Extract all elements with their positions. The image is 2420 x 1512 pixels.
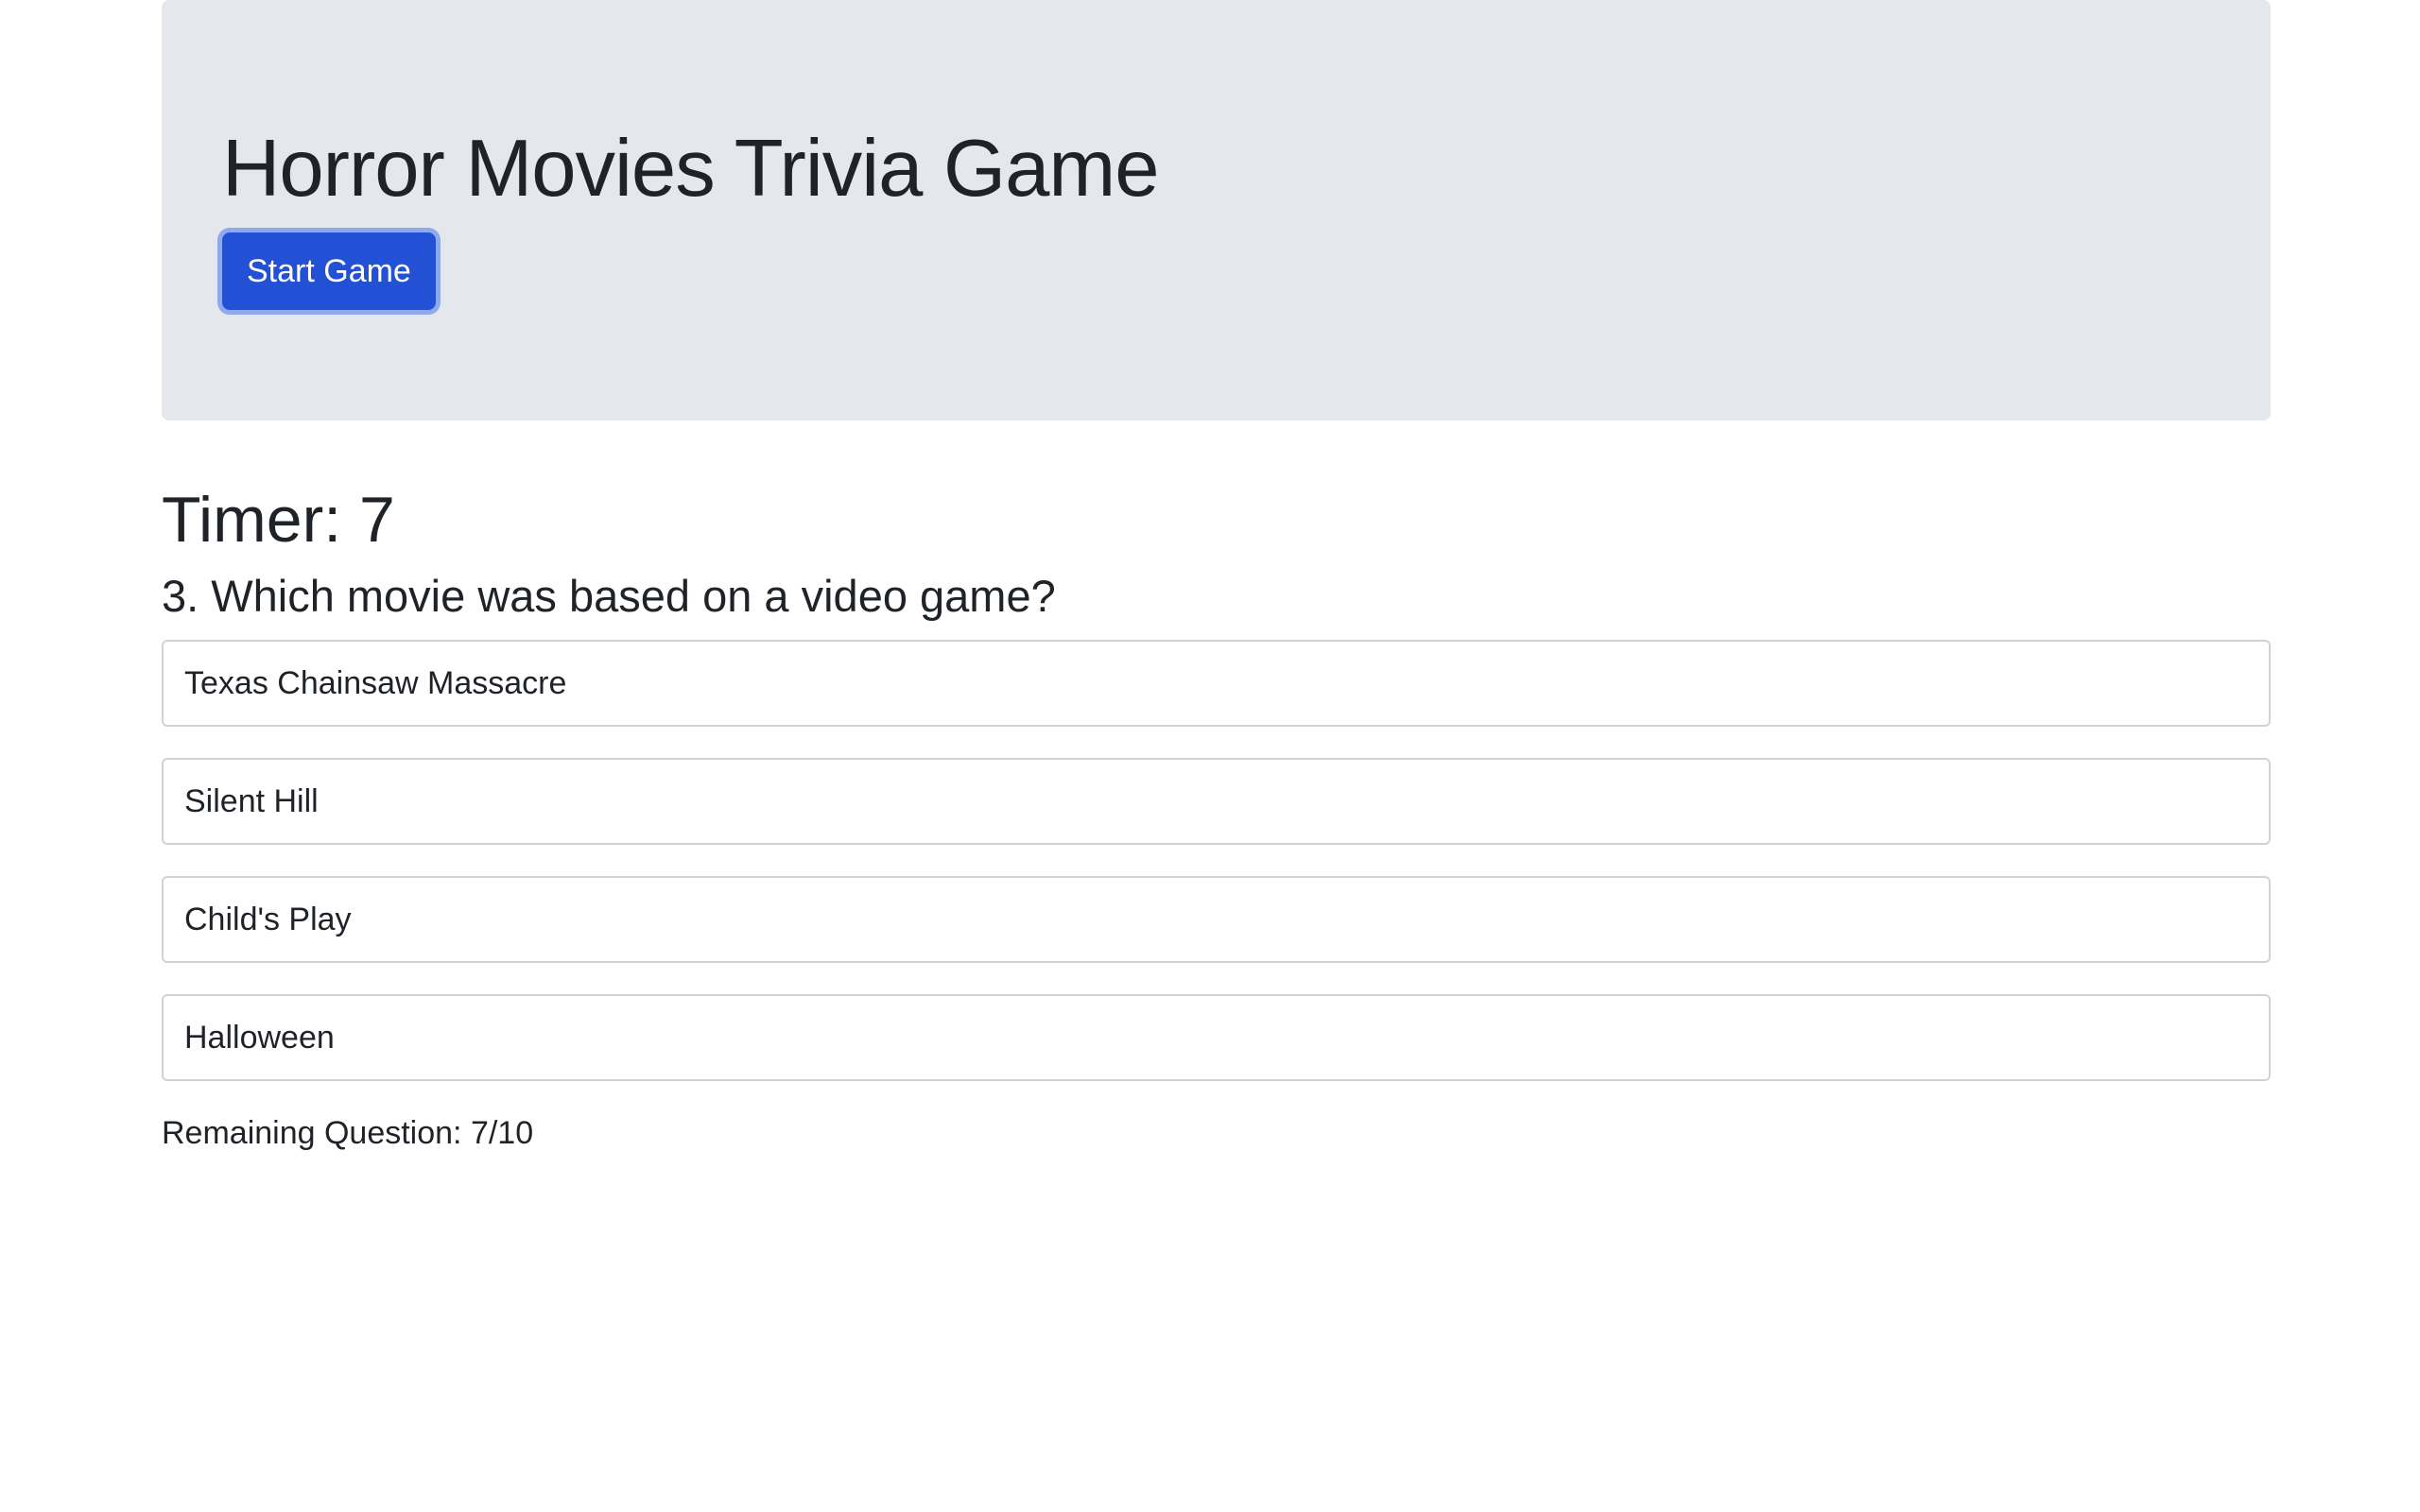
start-game-button[interactable]: Start Game <box>222 232 436 310</box>
answer-option[interactable]: Texas Chainsaw Massacre <box>162 640 2271 727</box>
timer-value: 7 <box>359 484 395 556</box>
timer: Timer: 7 <box>162 477 2271 562</box>
game-panel: Timer: 7 3. Which movie was based on a v… <box>162 477 2271 1154</box>
header-banner: Horror Movies Trivia Game Start Game <box>162 0 2271 421</box>
answer-option[interactable]: Halloween <box>162 994 2271 1081</box>
question-text: 3. Which movie was based on a video game… <box>162 571 1056 621</box>
answer-list: Texas Chainsaw Massacre Silent Hill Chil… <box>162 640 2271 1081</box>
page-title: Horror Movies Trivia Game <box>222 124 1159 214</box>
remaining-questions: Remaining Question: 7/10 <box>162 1112 2271 1154</box>
page: Horror Movies Trivia Game Start Game Tim… <box>0 0 2420 1512</box>
answer-option[interactable]: Child's Play <box>162 876 2271 963</box>
answer-option[interactable]: Silent Hill <box>162 758 2271 845</box>
remaining-value: 7/10 <box>470 1115 534 1151</box>
timer-label: Timer: <box>162 484 360 556</box>
remaining-label: Remaining Question: <box>162 1115 471 1151</box>
